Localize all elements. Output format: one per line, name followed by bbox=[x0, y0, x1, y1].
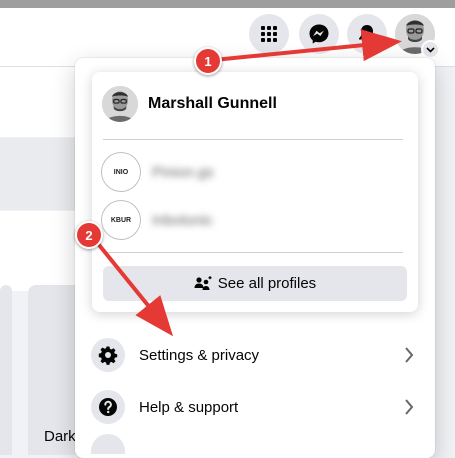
notifications-button[interactable] bbox=[347, 14, 387, 54]
see-all-profiles-button[interactable]: See all profiles bbox=[103, 266, 407, 301]
settings-privacy-item[interactable]: Settings & privacy bbox=[82, 330, 428, 380]
window-edge bbox=[0, 0, 455, 8]
gear-icon bbox=[98, 346, 118, 365]
menu-grid-button[interactable] bbox=[249, 14, 289, 54]
question-icon bbox=[99, 398, 117, 416]
current-profile-name: Marshall Gunnell bbox=[148, 95, 277, 112]
other-profile-row[interactable]: INIO Pinion.gs bbox=[102, 153, 214, 191]
menu-item-icon bbox=[91, 390, 125, 424]
help-support-label: Help & support bbox=[139, 398, 239, 416]
messenger-button[interactable] bbox=[299, 14, 339, 54]
other-profile-name: Pinion.gs bbox=[152, 163, 214, 181]
menu-grid-icon bbox=[261, 26, 277, 42]
background-card bbox=[0, 285, 12, 455]
menu-item-icon bbox=[91, 338, 125, 372]
page-avatar: KBUR bbox=[102, 201, 140, 239]
page-avatar: INIO bbox=[102, 153, 140, 191]
avatar bbox=[102, 86, 138, 122]
chevron-down-icon bbox=[426, 46, 435, 53]
menu-item-partial[interactable] bbox=[82, 434, 428, 454]
other-profile-row[interactable]: KBUR Inbotonic bbox=[102, 201, 213, 239]
menu-item-icon bbox=[91, 434, 125, 454]
background-panel bbox=[0, 67, 75, 137]
messenger-icon bbox=[309, 24, 329, 44]
step-badge-2: 2 bbox=[75, 221, 103, 249]
background-card-label: Dark bbox=[44, 428, 76, 445]
step-badge-1: 1 bbox=[194, 47, 222, 75]
help-support-item[interactable]: Help & support bbox=[82, 382, 428, 432]
profiles-icon bbox=[194, 275, 212, 290]
divider bbox=[103, 139, 403, 140]
settings-privacy-label: Settings & privacy bbox=[139, 346, 260, 364]
notifications-bell-icon bbox=[359, 25, 375, 44]
divider bbox=[103, 252, 403, 253]
see-all-profiles-label: See all profiles bbox=[217, 275, 317, 292]
other-profile-name: Inbotonic bbox=[152, 211, 213, 229]
chevron-right-icon bbox=[405, 347, 414, 363]
background-panel bbox=[0, 138, 75, 210]
current-profile-row[interactable]: Marshall Gunnell bbox=[102, 86, 277, 122]
chevron-right-icon bbox=[405, 399, 414, 415]
background-panel bbox=[0, 211, 75, 291]
account-menu-caret[interactable] bbox=[421, 40, 440, 59]
